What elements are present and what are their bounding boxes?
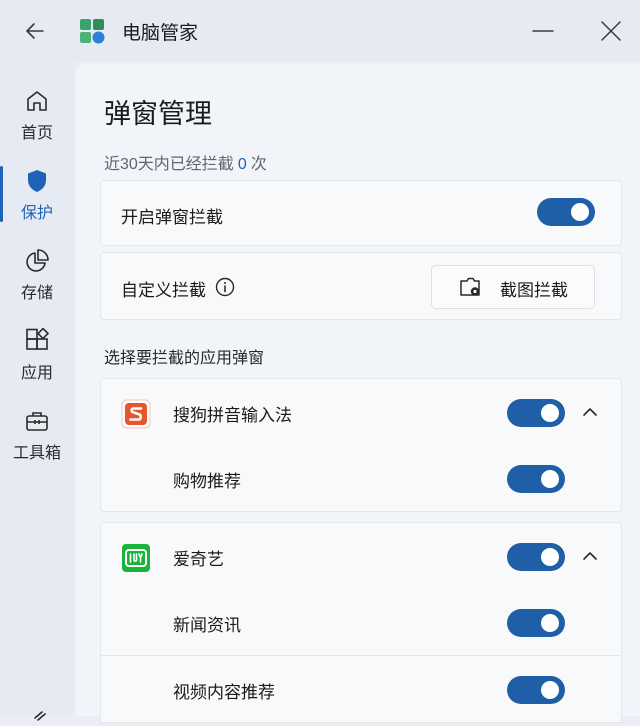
app-name: 搜狗拼音输入法 [173, 406, 292, 425]
popup-label: 购物推荐 [173, 472, 241, 491]
blocked-count-text: 近30天内已经拦截 0 次 [104, 150, 267, 174]
popup-label: 新闻资讯 [173, 616, 241, 635]
settings-partial-icon[interactable] [32, 706, 52, 726]
arrow-left-icon [26, 23, 44, 39]
toggle-knob [541, 404, 559, 422]
toggle-knob [571, 203, 589, 221]
screenshot-block-button[interactable]: 截图拦截 [431, 265, 595, 309]
toggle-knob [541, 470, 559, 488]
custom-blocking-card: 自定义拦截 截图拦截 [100, 252, 622, 320]
popup-toggle[interactable] [507, 676, 565, 704]
app-row: 搜狗拼音输入法 [100, 378, 622, 446]
sidebar-item-protect[interactable]: 保护 [0, 168, 74, 234]
chevron-up-icon[interactable] [581, 547, 599, 565]
toolbox-icon [26, 412, 48, 431]
apps-icon [26, 328, 50, 350]
sidebar-item-label: 工具箱 [12, 445, 61, 462]
app-toggle[interactable] [507, 543, 565, 571]
sidebar-item-label: 首页 [20, 125, 53, 142]
minimize-icon [532, 30, 554, 32]
app-name: 爱奇艺 [173, 550, 224, 569]
app-logo [80, 19, 105, 44]
iqiyi-icon [122, 544, 150, 572]
close-icon [601, 21, 621, 41]
toggle-knob [541, 681, 559, 699]
sogou-icon [121, 399, 151, 429]
chevron-up-icon[interactable] [581, 403, 599, 421]
page-title: 弹窗管理 [104, 99, 212, 129]
title-bar: 电脑管家 [0, 0, 640, 62]
sidebar-item-label: 应用 [20, 365, 53, 382]
toggle-knob [541, 614, 559, 632]
sidebar-item-storage[interactable]: 存储 [0, 248, 74, 314]
app-title: 电脑管家 [122, 23, 199, 44]
main-content: 弹窗管理 近30天内已经拦截 0 次 开启弹窗拦截 自定义拦截 截图拦截 选择要拦截… [76, 64, 640, 723]
sidebar-item-apps[interactable]: 应用 [0, 328, 74, 394]
stats-suffix: 次 [250, 156, 267, 173]
enable-blocking-label: 开启弹窗拦截 [121, 208, 223, 227]
apps-section-label: 选择要拦截的应用弹窗 [104, 350, 265, 367]
screenshot-icon [460, 277, 480, 296]
stats-prefix: 近30天内已经拦截 [104, 156, 234, 173]
popup-row: 购物推荐 [100, 445, 622, 512]
app-toggle[interactable] [507, 399, 565, 427]
sidebar-item-label: 保护 [20, 205, 53, 222]
custom-blocking-label: 自定义拦截 [121, 281, 206, 300]
back-button[interactable] [20, 16, 50, 46]
enable-blocking-toggle[interactable] [537, 198, 595, 226]
toggle-knob [541, 548, 559, 566]
pie-chart-icon [26, 249, 49, 272]
sidebar-item-label: 存储 [20, 285, 53, 302]
sidebar-item-toolbox[interactable]: 工具箱 [0, 408, 74, 474]
popup-label: 视频内容推荐 [173, 683, 275, 702]
app-row: 爱奇艺 [100, 522, 622, 590]
screenshot-button-label: 截图拦截 [500, 281, 568, 300]
popup-toggle[interactable] [507, 465, 565, 493]
sidebar-item-home[interactable]: 首页 [0, 88, 74, 154]
shield-icon [28, 170, 46, 192]
close-button[interactable] [596, 16, 626, 46]
blocked-count: 0 [237, 156, 247, 173]
info-icon[interactable] [215, 277, 235, 297]
popup-row: 新闻资讯 [100, 589, 622, 656]
home-icon [27, 91, 47, 111]
minimize-button[interactable] [528, 16, 558, 46]
popup-row: 视频内容推荐 [100, 656, 622, 723]
popup-toggle[interactable] [507, 609, 565, 637]
sidebar: 首页 保护 存储 应用 工具箱 [0, 62, 74, 721]
enable-blocking-card: 开启弹窗拦截 [100, 180, 622, 246]
